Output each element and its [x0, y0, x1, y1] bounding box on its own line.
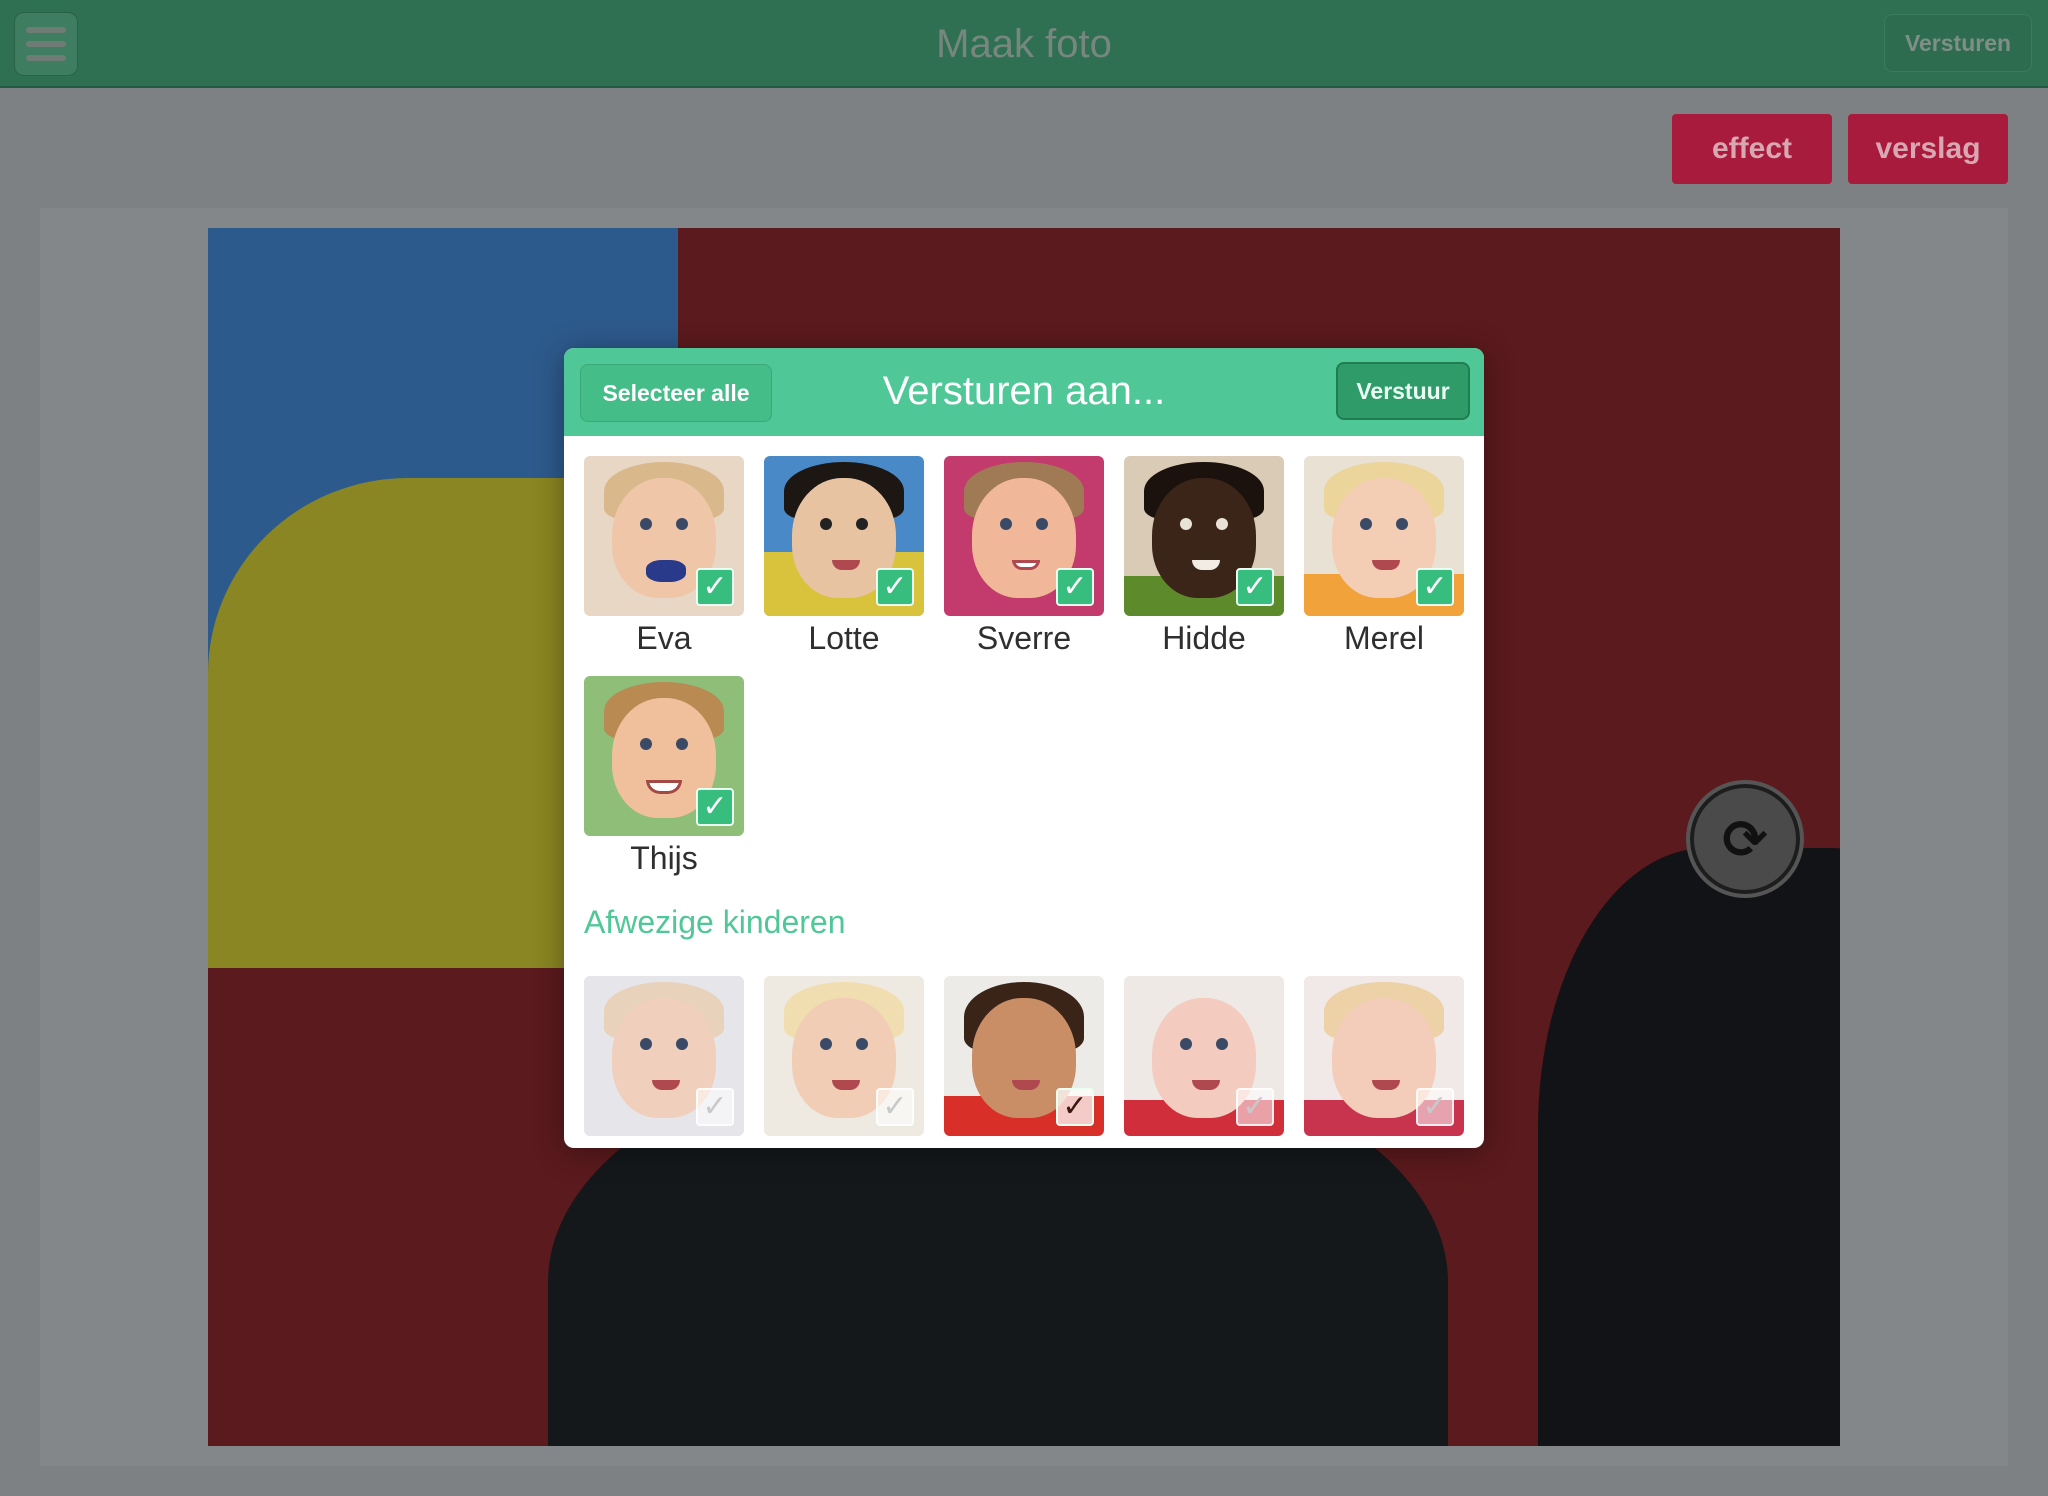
checkmark-icon[interactable]: ✓ — [876, 1088, 914, 1126]
child-eye — [1180, 1038, 1192, 1050]
child-card-sverre[interactable]: ✓ Sverre — [944, 456, 1104, 666]
child-card-eva[interactable]: ✓ Eva — [584, 456, 744, 666]
present-children-grid: ✓ Eva ✓ Lotte ✓ Sverre ✓ Hidde ✓ Merel ✓… — [584, 456, 1464, 896]
child-eye — [1036, 518, 1048, 530]
checkmark-icon[interactable]: ✓ — [696, 568, 734, 606]
send-to-dialog: Versturen aan... Selecteer alle Verstuur… — [564, 348, 1484, 1148]
absent-child-card[interactable]: ✓ — [1304, 976, 1464, 1148]
child-eye — [820, 1038, 832, 1050]
child-eye — [1216, 518, 1228, 530]
child-eye — [676, 1038, 688, 1050]
absent-child-card[interactable]: ✓ — [944, 976, 1104, 1148]
child-card-thijs[interactable]: ✓ Thijs — [584, 676, 744, 886]
checkmark-icon[interactable]: ✓ — [696, 1088, 734, 1126]
child-eye — [640, 518, 652, 530]
child-photo: ✓ — [1124, 976, 1284, 1136]
checkmark-icon[interactable]: ✓ — [1056, 568, 1094, 606]
child-eye — [1000, 518, 1012, 530]
child-photo: ✓ — [584, 976, 744, 1136]
person-silhouette — [1538, 848, 1840, 1446]
child-name: Sverre — [976, 620, 1072, 656]
child-photo: ✓ — [1124, 456, 1284, 616]
dialog-body: ✓ Eva ✓ Lotte ✓ Sverre ✓ Hidde ✓ Merel ✓… — [564, 436, 1484, 1148]
child-eye — [856, 1038, 868, 1050]
child-name: Eva — [636, 620, 692, 656]
send-button[interactable]: Versturen — [1884, 14, 2032, 72]
child-eye — [1396, 518, 1408, 530]
child-card-merel[interactable]: ✓ Merel — [1304, 456, 1464, 666]
checkmark-icon[interactable]: ✓ — [1416, 1088, 1454, 1126]
select-all-button[interactable]: Selecteer alle — [580, 364, 772, 422]
page-title: Maak foto — [936, 22, 1112, 66]
child-eye — [1360, 518, 1372, 530]
checkmark-icon[interactable]: ✓ — [696, 788, 734, 826]
child-name: Thijs — [630, 840, 698, 876]
absent-child-card[interactable]: ✓ — [584, 976, 744, 1148]
checkmark-icon[interactable]: ✓ — [1416, 568, 1454, 606]
child-name: Merel — [1343, 620, 1424, 656]
absent-children-grid: ✓ ✓ ✓ ✓ ✓ — [584, 976, 1464, 1148]
child-eye — [1180, 518, 1192, 530]
dialog-header: Versturen aan... Selecteer alle Verstuur — [564, 348, 1484, 436]
checkmark-icon[interactable]: ✓ — [876, 568, 914, 606]
child-card-hidde[interactable]: ✓ Hidde — [1124, 456, 1284, 666]
child-eye — [856, 518, 868, 530]
child-name: Hidde — [1162, 620, 1246, 656]
checkmark-icon[interactable]: ✓ — [1236, 1088, 1274, 1126]
child-photo: ✓ — [1304, 456, 1464, 616]
checkmark-icon[interactable]: ✓ — [1056, 1088, 1094, 1126]
child-eye — [676, 518, 688, 530]
child-photo: ✓ — [764, 456, 924, 616]
absent-child-card[interactable]: ✓ — [1124, 976, 1284, 1148]
child-photo: ✓ — [764, 976, 924, 1136]
child-eye — [640, 1038, 652, 1050]
child-eye — [640, 738, 652, 750]
child-photo: ✓ — [1304, 976, 1464, 1136]
child-mouth — [646, 560, 686, 582]
submit-send-button[interactable]: Verstuur — [1336, 362, 1470, 420]
child-eye — [1216, 1038, 1228, 1050]
absent-children-heading: Afwezige kinderen — [584, 904, 846, 940]
effect-button[interactable]: effect — [1672, 114, 1832, 184]
child-card-lotte[interactable]: ✓ Lotte — [764, 456, 924, 666]
child-eye — [676, 738, 688, 750]
child-photo: ✓ — [944, 456, 1104, 616]
absent-child-card[interactable]: ✓ — [764, 976, 924, 1148]
rotate-icon[interactable]: ⟳ — [1686, 780, 1804, 898]
checkmark-icon[interactable]: ✓ — [1236, 568, 1274, 606]
child-name: Lotte — [808, 620, 880, 656]
report-button[interactable]: verslag — [1848, 114, 2008, 184]
child-photo: ✓ — [584, 456, 744, 616]
child-photo: ✓ — [584, 676, 744, 836]
child-eye — [820, 518, 832, 530]
top-bar: Maak foto Versturen — [0, 0, 2048, 88]
child-photo: ✓ — [944, 976, 1104, 1136]
